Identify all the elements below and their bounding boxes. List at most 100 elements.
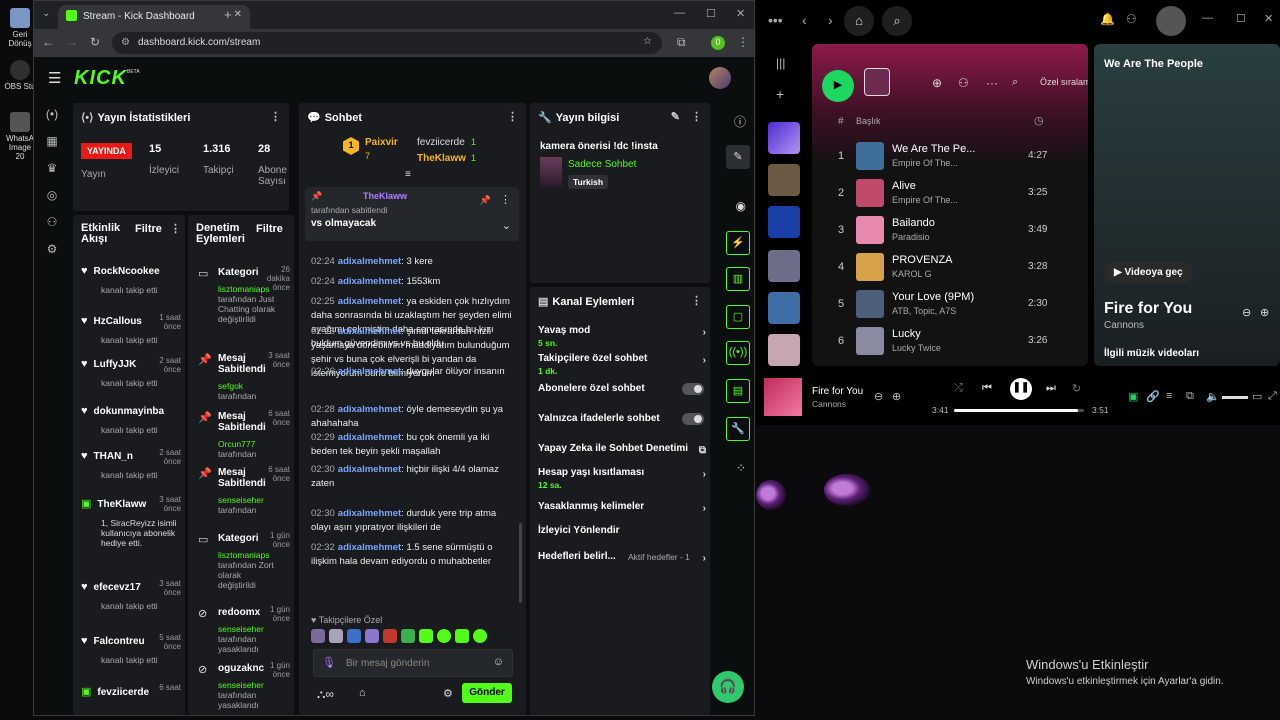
channel-action-row[interactable]: Yapay Zeka ile Sohbet Denetimi ⧉	[538, 443, 706, 456]
tab-search-icon[interactable]: ⌄	[42, 8, 50, 19]
users-nav-icon[interactable]: ⚇	[42, 215, 62, 242]
browser-tab[interactable]: Stream - Kick Dashboard ✕	[58, 5, 250, 29]
emoji-icon[interactable]: ☺	[493, 656, 504, 668]
channel-action-row[interactable]: Takipçilere özel sohbet 1 dk. ›	[538, 353, 706, 376]
download-icon[interactable]: ⊕	[932, 76, 942, 90]
spotify-avatar[interactable]	[1156, 6, 1186, 36]
playlist-tile[interactable]	[768, 292, 800, 324]
track-cover[interactable]	[856, 327, 884, 355]
sort-label[interactable]: Özel sıralam	[1040, 77, 1088, 87]
spotify-back-icon[interactable]: ‹	[802, 12, 807, 28]
track-row[interactable]: 1 We Are The Pe... Empire Of The... 4:27	[812, 138, 1088, 175]
playlist-tile[interactable]	[768, 334, 800, 366]
message-user[interactable]: adixalmehmet	[338, 326, 401, 337]
track-artist[interactable]: Paradisio	[892, 232, 930, 242]
message-user[interactable]: adixalmehmet	[338, 508, 401, 519]
moderation-actor[interactable]: senseiseher	[218, 624, 294, 634]
track-row[interactable]: 4 PROVENZA KAROL G 3:28	[812, 249, 1088, 286]
player-remove-icon[interactable]: ⊖	[874, 390, 883, 403]
moderation-actor[interactable]: lisztomaniaps	[218, 550, 294, 560]
message-user[interactable]: adixalmehmet	[338, 432, 401, 443]
emote-icon[interactable]	[419, 629, 433, 643]
track-artist[interactable]: Empire Of The...	[892, 195, 958, 205]
emote-icon[interactable]	[437, 629, 451, 643]
action-toggle[interactable]	[682, 383, 704, 395]
track-row[interactable]: 3 Bailando Paradisio 3:49	[812, 212, 1088, 249]
connect-device-icon[interactable]: ⧉	[1186, 390, 1194, 403]
trophy-nav-icon[interactable]: ♛	[42, 161, 62, 188]
chevron-right-icon[interactable]: ›	[703, 553, 706, 564]
activity-user[interactable]: RockNcookee	[94, 266, 160, 277]
hamburger-menu-icon[interactable]: ☰	[48, 69, 61, 87]
kick-logo[interactable]: KICK	[74, 67, 127, 90]
now-playing-view-icon[interactable]: ▣	[1128, 390, 1138, 403]
spotify-search-icon[interactable]: ⌕	[882, 6, 912, 36]
emote-icon[interactable]	[455, 629, 469, 643]
track-cover[interactable]	[856, 290, 884, 318]
message-user[interactable]: adixalmehmet	[338, 296, 401, 307]
track-title[interactable]: Lucky	[892, 328, 921, 340]
edit-pencil-icon[interactable]: ✎	[671, 110, 680, 123]
playlist-cover-icon[interactable]	[864, 68, 890, 96]
back-icon[interactable]: ←	[42, 35, 54, 49]
spotify-minimize-icon[interactable]: —	[1202, 12, 1213, 24]
message-user[interactable]: adixalmehmet	[338, 464, 401, 475]
camera-nav-icon[interactable]: ◎	[42, 188, 62, 215]
now-playing-title[interactable]: Fire for You	[1104, 300, 1192, 318]
next-icon[interactable]: ⏭	[1046, 382, 1056, 395]
track-artist[interactable]: ATB, Topic, A7S	[892, 306, 956, 316]
spotify-maximize-icon[interactable]: ☐	[1236, 12, 1246, 25]
activity-user[interactable]: efecevz17	[94, 582, 141, 593]
mini-player-icon[interactable]: ▭	[1252, 390, 1262, 403]
more-options-icon[interactable]: ···	[986, 76, 998, 90]
spotify-forward-icon[interactable]: ›	[828, 12, 833, 28]
message-user[interactable]: adixalmehmet	[338, 366, 401, 377]
track-title[interactable]: We Are The Pe...	[892, 143, 975, 155]
chevron-right-icon[interactable]: ›	[703, 327, 706, 338]
activity-user[interactable]: TheKlaww	[97, 499, 146, 510]
repeat-icon[interactable]: ↻	[1072, 382, 1081, 395]
player-artist[interactable]: Cannons	[812, 399, 846, 409]
expand-gifters-icon[interactable]: ≡	[405, 169, 411, 180]
chat-message[interactable]: 02:28 adixalmehmet: öyle demeseydin şu ya…	[311, 403, 517, 431]
info-icon[interactable]: ⓘ	[734, 113, 746, 130]
activity-user[interactable]: HzCallous	[94, 316, 142, 327]
track-row[interactable]: 6 Lucky Lucky Twice 3:26	[812, 323, 1088, 360]
activity-menu-icon[interactable]: ⋮	[170, 222, 181, 235]
extensions-icon[interactable]: ⧉	[677, 35, 686, 50]
flash-icon[interactable]: ⚡	[726, 231, 750, 255]
mic-icon[interactable]: 🎙	[322, 656, 336, 669]
emote-icon[interactable]	[401, 629, 415, 643]
chat-message[interactable]: 02:24 adixalmehmet: 3 kere	[311, 255, 517, 269]
track-cover[interactable]	[856, 142, 884, 170]
pause-button[interactable]: ❚❚	[1010, 378, 1032, 400]
fullscreen-icon[interactable]: ⤢	[1268, 390, 1277, 403]
category-thumbnail[interactable]	[540, 157, 562, 187]
track-title[interactable]: PROVENZA	[892, 254, 953, 266]
chat-message[interactable]: 02:30 adixalmehmet: durduk yere trip atma…	[311, 507, 517, 535]
obs-studio-icon[interactable]: OBS Stu	[4, 60, 36, 91]
chevron-right-icon[interactable]: ›	[703, 355, 706, 366]
track-cover[interactable]	[856, 179, 884, 207]
reload-icon[interactable]: ↻	[90, 35, 100, 49]
forward-icon[interactable]: →	[66, 35, 78, 49]
playlist-tile[interactable]	[768, 206, 800, 238]
channel-action-row[interactable]: Yasaklanmış kelimeler ›	[538, 501, 706, 514]
track-row[interactable]: 2 Alive Empire Of The... 3:25	[812, 175, 1088, 212]
emote-icon[interactable]	[473, 629, 487, 643]
activity-filter-button[interactable]: Filtre	[135, 223, 162, 235]
chevron-right-icon[interactable]: ›	[703, 469, 706, 480]
dashboard-nav-icon[interactable]: ▦	[42, 134, 62, 161]
pinned-collapse-icon[interactable]: ⌄	[502, 219, 511, 232]
close-window-icon[interactable]: ✕	[736, 7, 745, 20]
edit-toolbar-icon[interactable]: ✎	[726, 145, 750, 169]
previous-icon[interactable]: ⏮	[982, 382, 992, 395]
send-button[interactable]: Gönder	[462, 683, 512, 703]
camera-toolbar-icon[interactable]: ◉	[736, 199, 746, 213]
recycle-bin-icon[interactable]: Geri Dönüş	[4, 8, 36, 48]
activity-user[interactable]: dokunmayinba	[94, 406, 165, 417]
chat-message[interactable]: 02:32 adixalmehmet: 1.5 sene sürmüştü o i…	[311, 541, 517, 569]
player-add-icon[interactable]: ⊕	[892, 390, 901, 403]
emote-icon[interactable]	[347, 629, 361, 643]
minimize-icon[interactable]: —	[674, 7, 685, 19]
